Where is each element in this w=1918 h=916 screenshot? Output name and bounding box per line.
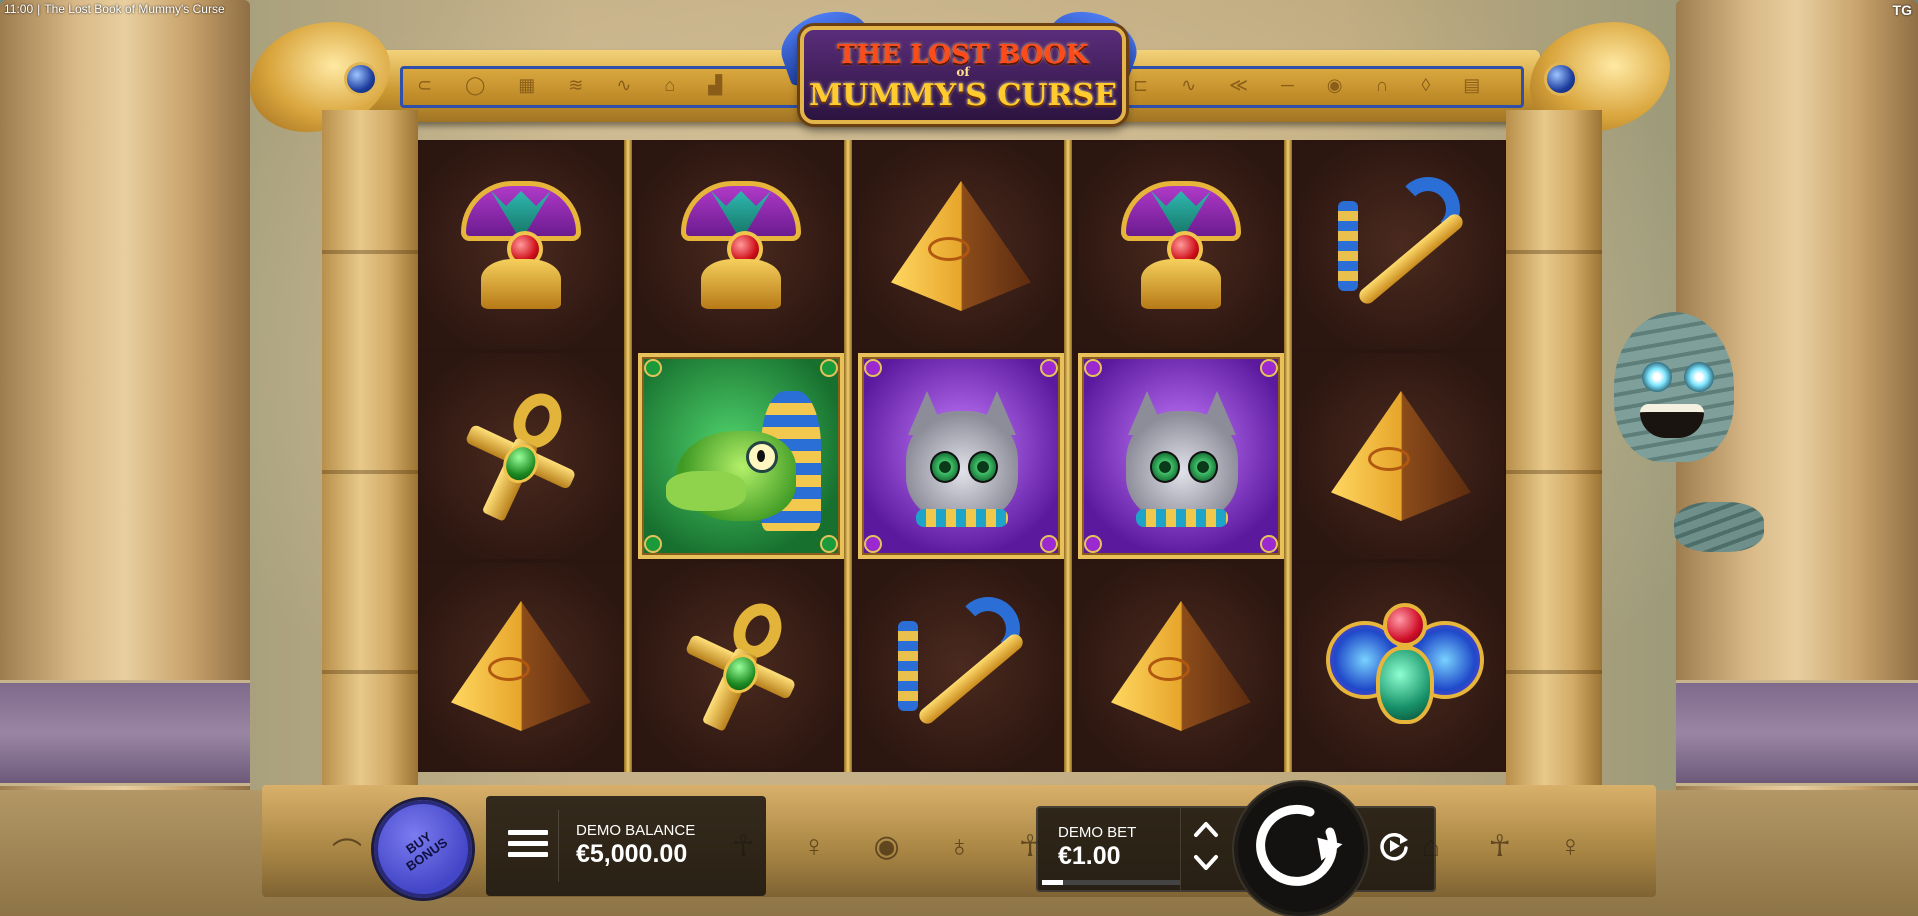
reel-cell (638, 143, 844, 349)
balance-label: DEMO BALANCE (576, 822, 696, 839)
window-title: The Lost Book of Mummy's Curse (44, 2, 225, 16)
mummy-character (1614, 312, 1764, 562)
left-pillar (0, 0, 250, 916)
reel-cell (1298, 143, 1504, 349)
right-wing-gem (1544, 62, 1578, 96)
panel-divider (558, 810, 559, 882)
reel-cell-premium (1078, 353, 1284, 559)
bet-decrease-chevron-down-icon[interactable] (1193, 852, 1219, 874)
reel-cell (1078, 143, 1284, 349)
reel-divider (1284, 140, 1292, 772)
reel-cell (418, 563, 624, 769)
ankh-symbol (421, 356, 620, 555)
reel-cell-premium (638, 353, 844, 559)
reel-divider (844, 140, 852, 772)
bet-level-bar (1042, 880, 1180, 885)
title-separator: | (37, 2, 41, 16)
balance-panel: DEMO BALANCE €5,000.00 (486, 796, 766, 896)
frame-left-side (322, 110, 418, 790)
bet-increase-chevron-up-icon[interactable] (1193, 818, 1219, 840)
buy-bonus-button[interactable]: BUY BONUS (374, 800, 472, 898)
buy-bonus-label: BUY BONUS (403, 828, 451, 874)
window-title-bar: 11:00 | The Lost Book of Mummy's Curse (4, 2, 225, 16)
bet-divider (1180, 808, 1181, 890)
spin-arrow-icon (1256, 804, 1343, 886)
logo-title-of: of (956, 65, 970, 79)
pyramid-symbol (1106, 591, 1256, 741)
scarab-symbol (1326, 591, 1484, 741)
reel-cell (418, 353, 624, 559)
bet-level-fill (1042, 880, 1063, 885)
pyramid-symbol (446, 591, 596, 741)
frame-right-side (1506, 110, 1602, 790)
reel-cell (1298, 563, 1504, 769)
logo-title-line2: MUMMY'S CURSE (809, 78, 1117, 113)
balance-value: €5,000.00 (576, 840, 688, 868)
pyramid-symbol (886, 171, 1036, 321)
autoplay-icon[interactable] (1376, 828, 1412, 864)
lotus-symbol (666, 171, 816, 321)
cat-goddess-symbol (886, 381, 1036, 531)
crook-and-flail-symbol (886, 591, 1036, 741)
reel-cell (1298, 353, 1504, 559)
lotus-symbol (446, 171, 596, 321)
reel-divider (1064, 140, 1072, 772)
clock: 11:00 (4, 2, 34, 16)
reel-cell (418, 143, 624, 349)
corner-tag: TG (1892, 2, 1912, 18)
bet-value: €1.00 (1058, 842, 1121, 870)
game-logo: THE LOST BOOK of MUMMY'S CURSE (800, 26, 1126, 124)
crocodile-pharaoh-symbol (666, 381, 821, 531)
lotus-symbol (1106, 171, 1256, 321)
cat-goddess-symbol (1106, 381, 1256, 531)
reel-cell (858, 563, 1064, 769)
reel-cell (638, 563, 844, 769)
reel-divider (624, 140, 632, 772)
left-wing-gem (344, 62, 378, 96)
reel-cell (858, 143, 1064, 349)
menu-icon[interactable] (508, 830, 548, 862)
crook-and-flail-symbol (1326, 171, 1476, 321)
reel-cell (1078, 563, 1284, 769)
spin-button[interactable] (1234, 782, 1368, 916)
bet-label: DEMO BET (1058, 824, 1137, 841)
ankh-symbol (641, 566, 840, 765)
pyramid-symbol (1326, 381, 1476, 531)
reel-cell-premium (858, 353, 1064, 559)
